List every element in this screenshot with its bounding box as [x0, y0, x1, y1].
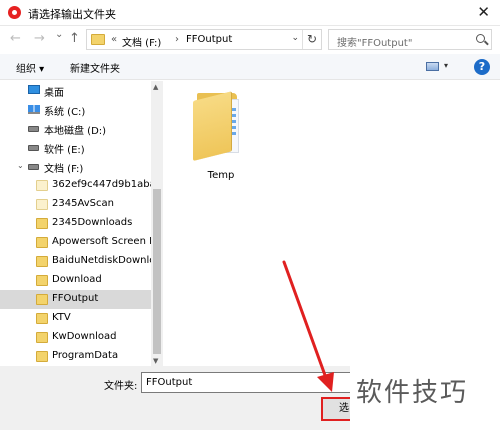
- organize-button[interactable]: 组织 ▾: [16, 60, 44, 75]
- tree-item-label: 桌面: [44, 88, 64, 99]
- search-box[interactable]: 搜索"FFOutput": [328, 29, 492, 50]
- tree-item-folder[interactable]: 2345AvScan: [0, 195, 151, 214]
- folder-icon: [91, 34, 105, 45]
- folder-icon: [36, 199, 48, 210]
- tree-item-folder[interactable]: Download: [0, 271, 151, 290]
- address-overflow[interactable]: «: [111, 34, 117, 45]
- desktop-icon: [28, 85, 40, 94]
- drive-icon: [28, 145, 39, 151]
- folder-icon: [36, 294, 48, 305]
- new-folder-button[interactable]: 新建文件夹: [70, 60, 120, 75]
- breadcrumb-folder[interactable]: FFOutput: [186, 34, 232, 45]
- refresh-icon[interactable]: ↻: [302, 30, 321, 49]
- tree-item-label: 系统 (C:): [44, 107, 86, 118]
- tree-item-label: 软件 (E:): [44, 145, 85, 156]
- chevron-down-icon[interactable]: ⌄: [291, 33, 299, 43]
- folder-front-icon: [193, 91, 231, 161]
- close-icon[interactable]: ✕: [477, 3, 490, 21]
- folder-icon: [36, 180, 48, 191]
- view-options-icon[interactable]: [426, 62, 439, 71]
- tree-item-folder[interactable]: KwDownload: [0, 328, 151, 347]
- address-bar[interactable]: « 文档 (F:) › FFOutput ⌄ ↻: [86, 29, 322, 50]
- breadcrumb-separator[interactable]: ›: [175, 34, 179, 45]
- tree-item-drive-d[interactable]: 本地磁盘 (D:): [0, 119, 151, 138]
- navigation-bar: ← → ⌄ ↑ « 文档 (F:) › FFOutput ⌄ ↻ 搜索"FFOu…: [0, 26, 500, 54]
- tree-item-label: 362ef9c447d9b1abab: [52, 179, 151, 190]
- tree-item-desktop[interactable]: 桌面: [0, 81, 151, 100]
- chevron-down-icon[interactable]: ⌄: [17, 161, 24, 170]
- tree-item-label: 2345Downloads: [52, 217, 133, 228]
- tree-item-label: ProgramData: [52, 350, 119, 361]
- drive-icon: [28, 126, 39, 132]
- back-arrow-icon[interactable]: ←: [10, 31, 21, 46]
- title-bar: 请选择输出文件夹 ✕: [0, 0, 500, 26]
- tree-item-folder[interactable]: Apowersoft Screen R: [0, 233, 151, 252]
- search-icon: [476, 34, 485, 43]
- scroll-down-icon[interactable]: ▼: [153, 357, 158, 365]
- folder-name: Temp: [207, 170, 235, 181]
- tree-item-label: 2345AvScan: [52, 198, 114, 209]
- tree-item-folder-selected[interactable]: FFOutput: [0, 290, 151, 309]
- folder-icon: [36, 313, 48, 324]
- windows-drive-icon: [28, 105, 40, 114]
- window-title: 请选择输出文件夹: [28, 8, 116, 21]
- command-bar: 组织 ▾ 新建文件夹 ▾ ?: [0, 54, 500, 80]
- up-arrow-icon[interactable]: ↑: [69, 31, 80, 46]
- tree-item-label: 文档 (F:): [44, 164, 84, 175]
- tree-item-label: Apowersoft Screen R: [52, 236, 151, 247]
- content-scrollbar: [488, 81, 500, 366]
- scroll-thumb[interactable]: [153, 189, 161, 354]
- tree-scrollbar[interactable]: ▲ ▼: [151, 81, 163, 366]
- folder-name-input[interactable]: [141, 372, 373, 393]
- tree-item-label: 本地磁盘 (D:): [44, 126, 107, 137]
- scroll-up-icon[interactable]: ▲: [153, 83, 158, 91]
- search-input[interactable]: 搜索"FFOutput": [337, 34, 412, 49]
- tree-item-folder[interactable]: 2345Downloads: [0, 214, 151, 233]
- file-list-pane: Temp: [163, 81, 500, 366]
- folder-icon: [36, 332, 48, 343]
- folder-icon: [36, 275, 48, 286]
- tree-item-drive-c[interactable]: 系统 (C:): [0, 100, 151, 119]
- forward-arrow-icon[interactable]: →: [34, 31, 45, 46]
- tree-item-label: Download: [52, 274, 102, 285]
- view-dropdown-icon[interactable]: ▾: [444, 61, 448, 70]
- breadcrumb-drive[interactable]: 文档 (F:): [122, 34, 161, 49]
- folder-icon: [36, 351, 48, 362]
- folder-field-label: 文件夹:: [104, 381, 138, 392]
- drive-icon: [28, 164, 39, 170]
- tree-item-label: BaiduNetdiskDownlo: [52, 255, 151, 266]
- watermark-text: 软件技巧: [356, 378, 469, 408]
- tree-item-folder[interactable]: ProgramData: [0, 347, 151, 366]
- folder-item[interactable]: Temp: [193, 87, 249, 183]
- tree-item-label: KTV: [52, 312, 71, 323]
- tree-item-drive-e[interactable]: 软件 (E:): [0, 138, 151, 157]
- help-icon[interactable]: ?: [474, 59, 490, 75]
- app-icon: [8, 6, 21, 19]
- tree-item-folder[interactable]: 362ef9c447d9b1abab: [0, 176, 151, 195]
- tree-item-label: KwDownload: [52, 331, 117, 342]
- folder-icon: [36, 256, 48, 267]
- tree-item-drive-f[interactable]: ⌄ 文档 (F:): [0, 157, 151, 176]
- navigation-tree: 桌面 系统 (C:) 本地磁盘 (D:) 软件 (E:) ⌄ 文档 (F:) 3…: [0, 81, 151, 366]
- recent-locations-icon[interactable]: ⌄: [55, 29, 63, 40]
- tree-item-folder[interactable]: BaiduNetdiskDownlo: [0, 252, 151, 271]
- folder-icon: [36, 237, 48, 248]
- folder-icon: [36, 218, 48, 229]
- tree-item-folder[interactable]: KTV: [0, 309, 151, 328]
- tree-item-label: FFOutput: [52, 293, 99, 304]
